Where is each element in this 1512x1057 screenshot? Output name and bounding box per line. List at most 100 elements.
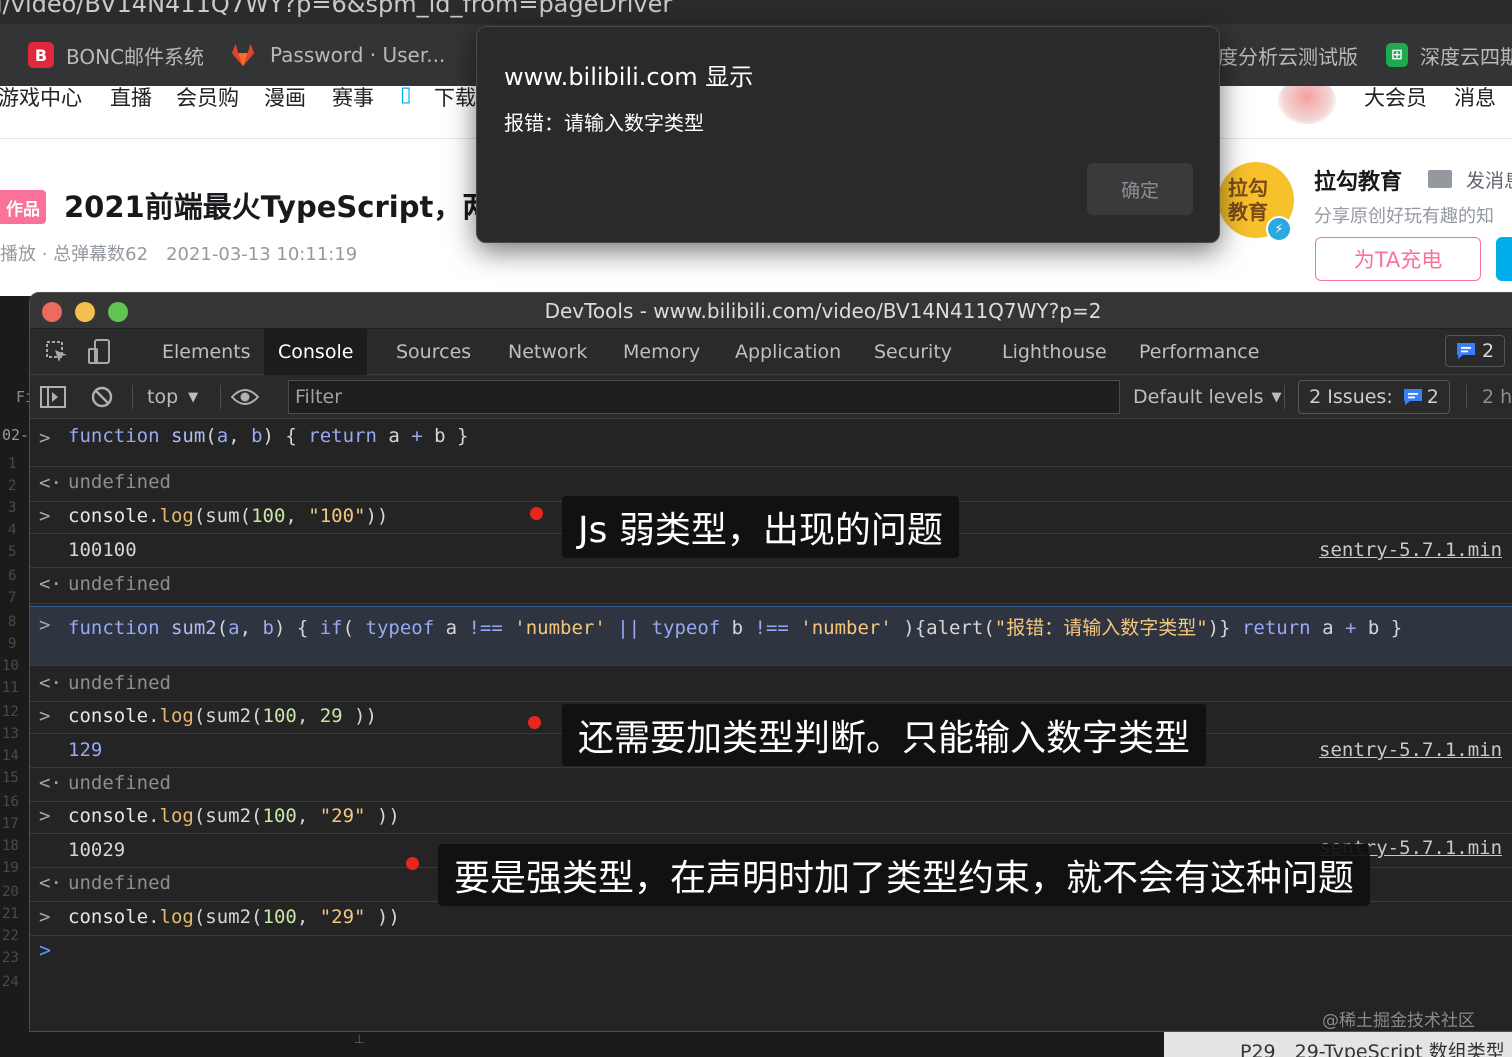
code-token: (	[216, 617, 229, 639]
device-toolbar-icon[interactable]	[84, 337, 114, 367]
tab-performance[interactable]: Performance	[1125, 329, 1273, 375]
divider	[132, 385, 133, 409]
console-return-row: <· undefined	[30, 768, 1512, 802]
eye-icon[interactable]	[231, 382, 259, 412]
code-token: 10029	[68, 839, 126, 861]
code-token: undefined	[68, 872, 171, 894]
tab-sources[interactable]: Sources	[382, 329, 485, 375]
bookmark-analytics[interactable]: 度分析云测试版	[1218, 24, 1358, 86]
devtools-titlebar[interactable]: DevTools - www.bilibili.com/video/BV14N4…	[30, 293, 1512, 329]
download-icon[interactable]: ▯	[400, 86, 412, 106]
address-bar[interactable]: l/video/BV14N411Q7WY?p=6&spm_id_from=pag…	[0, 0, 1512, 24]
code-token: 29	[319, 705, 343, 727]
console-prompt-icon[interactable]: >	[39, 938, 51, 962]
line-number: 10	[2, 658, 19, 674]
line-number: 21	[2, 906, 19, 922]
code-token: b	[720, 617, 755, 639]
code-token: "100"	[308, 505, 366, 527]
console-code: console.log(sum(100, "100"))	[68, 505, 388, 527]
code-token: "29"	[319, 906, 366, 928]
line-number: 14	[2, 748, 19, 764]
nav-vip[interactable]: 大会员	[1364, 86, 1427, 112]
code-token: !==	[754, 617, 789, 639]
tab-console[interactable]: Console	[264, 329, 368, 375]
code-token: ))	[342, 705, 377, 727]
nav-download[interactable]: 下载	[434, 86, 476, 112]
code-token: ))	[365, 906, 400, 928]
follow-button[interactable]	[1496, 237, 1512, 281]
code-token: return	[1241, 617, 1311, 639]
nav-live[interactable]: 直播	[110, 86, 152, 112]
tab-network[interactable]: Network	[494, 329, 601, 375]
nav-manga[interactable]: 漫画	[264, 86, 306, 112]
issues-counter[interactable]: 2	[1445, 335, 1505, 367]
filter-input[interactable]	[288, 380, 1120, 414]
subtitle-bullet	[528, 716, 541, 729]
code-token: undefined	[68, 471, 171, 493]
clear-console-icon[interactable]	[90, 382, 114, 412]
nav-messages[interactable]: 消息	[1454, 86, 1496, 112]
bookmark-shendu[interactable]: ⊞ 深度云四期	[1386, 24, 1512, 86]
code-token: function	[68, 617, 171, 639]
mail-icon[interactable]	[1428, 170, 1452, 188]
log-levels-dropdown[interactable]: Default levels ▼	[1133, 382, 1282, 412]
bookmark-bonc[interactable]: B BONC邮件系统	[28, 24, 204, 86]
console-input-row[interactable]: > function sum(a, b) { return a + b }	[30, 420, 1512, 467]
alert-title: www.bilibili.com 显示	[504, 63, 754, 91]
source-link[interactable]: sentry-5.7.1.min	[1319, 739, 1502, 761]
divider	[1466, 385, 1467, 409]
line-number: 3	[8, 500, 17, 516]
spreadsheet-icon: ⊞	[1386, 43, 1408, 67]
address-bar-url: l/video/BV14N411Q7WY?p=6&spm_id_from=pag…	[0, 0, 673, 18]
tab-security[interactable]: Security	[860, 329, 966, 375]
tab-elements[interactable]: Elements	[148, 329, 265, 375]
console-input-row[interactable]: > console.log(sum2(100, "29" ))	[30, 902, 1512, 936]
up-name[interactable]: 拉勾教育	[1314, 164, 1402, 196]
return-arrow-icon: <·	[39, 772, 62, 794]
sidebar-toggle-icon[interactable]	[40, 382, 66, 412]
code-token: "29"	[319, 805, 366, 827]
source-link[interactable]: sentry-5.7.1.min	[1319, 539, 1502, 561]
nav-events[interactable]: 赛事	[332, 86, 374, 112]
code-token: ,	[296, 805, 320, 827]
code-token: undefined	[68, 772, 171, 794]
code-token: a	[434, 617, 469, 639]
mascot-image	[1278, 86, 1336, 124]
code-token: ) {	[262, 425, 309, 447]
input-chevron-icon: >	[39, 614, 51, 636]
bookmark-label: Password · User...	[270, 43, 446, 67]
line-number: 22	[2, 928, 19, 944]
bookmark-label: BONC邮件系统	[66, 44, 205, 69]
code-token: undefined	[68, 573, 171, 595]
charge-button[interactable]: 为TA充电	[1315, 237, 1481, 281]
bookmark-gitlab[interactable]: Password · User...	[230, 24, 445, 86]
code-token: "报错：请输入数字类型"	[994, 617, 1208, 639]
inspect-element-icon[interactable]	[42, 337, 72, 367]
tab-memory[interactable]: Memory	[609, 329, 714, 375]
code-token: typeof	[365, 617, 435, 639]
console-input-row[interactable]: > console.log(sum2(100, "29" ))	[30, 802, 1512, 834]
code-token: ))	[365, 505, 389, 527]
resize-handle-icon[interactable]: ⊥	[354, 1032, 364, 1048]
episode-bar[interactable]: P29 29-TypeScript 数组类型	[1164, 1032, 1512, 1057]
send-message-link[interactable]: 发消息	[1466, 166, 1512, 193]
nav-member-shop[interactable]: 会员购	[176, 86, 239, 112]
alert-ok-button[interactable]: 确定	[1087, 163, 1193, 215]
code-token: typeof	[651, 617, 721, 639]
code-token: 'number'	[502, 617, 606, 639]
context-selector[interactable]: top ▼	[147, 382, 198, 412]
devtools-window: DevTools - www.bilibili.com/video/BV14N4…	[29, 292, 1512, 1032]
nav-game-center[interactable]: 游戏中心	[0, 86, 82, 112]
tab-application[interactable]: Application	[721, 329, 855, 375]
issues-button[interactable]: 2 Issues: 2	[1298, 380, 1450, 414]
tab-lighthouse[interactable]: Lighthouse	[988, 329, 1121, 375]
line-number: 12	[2, 704, 19, 720]
console-input-row[interactable]: > function sum2(a, b) { if( typeof a !== …	[30, 606, 1512, 666]
code-token: b }	[422, 425, 469, 447]
console-code: 129	[68, 739, 102, 761]
code-token: console	[68, 505, 149, 527]
code-token: .	[148, 906, 160, 928]
code-token: +	[411, 425, 423, 447]
console-code: undefined	[68, 471, 171, 493]
code-token: ))	[365, 805, 400, 827]
